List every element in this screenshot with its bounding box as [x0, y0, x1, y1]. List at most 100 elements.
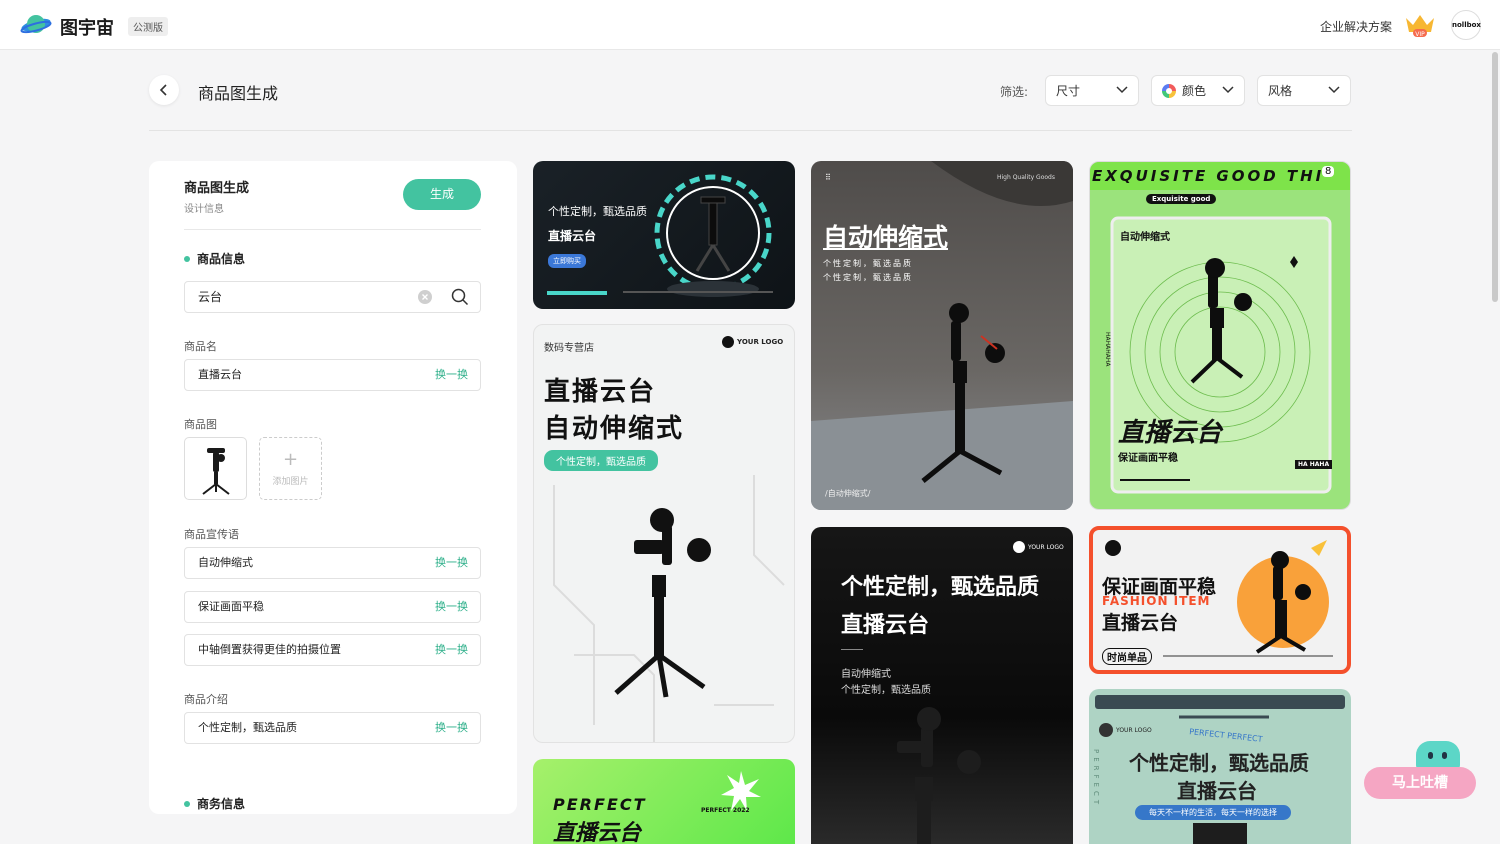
product-name-field[interactable]: 直播云台 换一换: [184, 359, 481, 391]
card-3-title: PERFECT: [553, 795, 647, 814]
template-card-5[interactable]: YOUR LOGO 个性定制，甄选品质 直播云台 自动伸缩式 个性定制，甄选品质: [811, 527, 1073, 844]
card-5-title1: 个性定制，甄选品质: [841, 575, 1040, 600]
slogan-value: 中轴倒置获得更佳的拍摄位置: [198, 643, 341, 656]
card-4-line1: 个性定制，甄选品质: [823, 259, 913, 268]
card-8-title2: 直播云台: [1177, 779, 1257, 803]
slogan-value: 自动伸缩式: [198, 556, 253, 569]
card-6-title: 直播云台: [1118, 418, 1223, 448]
template-card-8[interactable]: YOUR LOGO PERFECT PERFECT 个性定制，甄选品质 直播云台…: [1089, 689, 1351, 844]
bullet-dot: [184, 800, 190, 807]
panel-subtitle: 设计信息: [184, 204, 224, 215]
card-1-buy-button: 立即购买: [548, 254, 586, 268]
card-4-art: [811, 161, 1073, 510]
intro-field[interactable]: 个性定制，甄选品质 换一换: [184, 712, 481, 744]
feedback-button[interactable]: 马上吐槽: [1364, 767, 1476, 799]
color-filter-label: 颜色: [1182, 84, 1207, 98]
card-6-side: HAHAHAHA: [1104, 332, 1111, 367]
card-5-line2: 个性定制，甄选品质: [841, 685, 931, 696]
card-6-box-label: 自动伸缩式: [1120, 232, 1170, 243]
bullet-dot: [184, 255, 190, 262]
starburst-icon: [721, 771, 761, 811]
card-6-caption: 保证画面平稳: [1118, 453, 1178, 464]
swap-button[interactable]: 换一换: [435, 592, 468, 622]
filter-label: 筛选:: [1000, 85, 1029, 99]
card-5-logo-text: YOUR LOGO: [1028, 543, 1064, 551]
generate-button[interactable]: 生成: [403, 179, 481, 210]
chevron-down-icon: [1328, 86, 1340, 94]
card-4-top: High Quality Goods: [997, 174, 1055, 181]
template-card-7[interactable]: 保证画面平稳 FASHION ITEM 直播云台 时尚单品: [1089, 526, 1351, 674]
template-card-1[interactable]: 个性定制，甄选品质 直播云台 立即购买: [533, 161, 795, 309]
avatar[interactable]: nollbox: [1451, 10, 1481, 40]
card-3-sub: 直播云台: [553, 821, 642, 844]
swap-button[interactable]: 换一换: [435, 635, 468, 665]
card-2-shop: 数码专营店: [544, 343, 594, 354]
intro-value: 个性定制，甄选品质: [198, 721, 297, 734]
card-3-tag: PERFECT 2022: [701, 807, 750, 814]
page-title: 商品图生成: [198, 84, 279, 103]
chevron-left-icon: [159, 84, 167, 96]
grid-dots-icon: ⠿: [825, 173, 831, 182]
color-wheel-icon: [1162, 83, 1176, 98]
panel-title: 商品图生成: [184, 181, 250, 196]
card-1-line2: 直播云台: [548, 229, 597, 243]
card-8-logo: YOUR LOGO: [1099, 723, 1152, 737]
slogan-field-1[interactable]: 自动伸缩式 换一换: [184, 547, 481, 579]
card-5-line1: 自动伸缩式: [841, 669, 891, 680]
card-7-tag: 时尚单品: [1102, 648, 1152, 665]
card-2-logo-text: YOUR LOGO: [737, 338, 784, 346]
card-2-pill: 个性定制，甄选品质: [544, 450, 658, 471]
vip-crown-icon[interactable]: VIP: [1404, 12, 1436, 38]
svg-text:VIP: VIP: [1415, 31, 1425, 38]
slogan-field-2[interactable]: 保证画面平稳 换一换: [184, 591, 481, 623]
swap-button[interactable]: 换一换: [435, 360, 468, 390]
slogan-value: 保证画面平稳: [198, 600, 264, 613]
size-filter-dropdown[interactable]: 尺寸: [1045, 75, 1139, 106]
chevron-down-icon: [1116, 86, 1128, 94]
template-card-4[interactable]: ⠿ High Quality Goods 自动伸缩式 个性定制，甄选品质 个性定…: [811, 161, 1073, 510]
chevron-down-icon: [1222, 86, 1234, 94]
back-button[interactable]: [149, 75, 179, 105]
card-8-side: PERFECT: [1092, 749, 1100, 809]
style-filter-dropdown[interactable]: 风格: [1257, 75, 1351, 106]
card-8-logo-text: YOUR LOGO: [1116, 726, 1152, 734]
product-image-thumbnail[interactable]: [184, 437, 247, 500]
panel-divider: [184, 229, 481, 230]
card-4-title: 自动伸缩式: [823, 223, 949, 252]
planet-logo-icon[interactable]: [20, 12, 52, 38]
brand-name[interactable]: 图宇宙: [60, 14, 114, 40]
plus-icon: +: [282, 449, 299, 470]
slogan-field-3[interactable]: 中轴倒置获得更佳的拍摄位置 换一换: [184, 634, 481, 666]
search-value: 云台: [198, 290, 223, 304]
gimbal-image: [202, 448, 230, 495]
card-8-title1: 个性定制，甄选品质: [1129, 751, 1309, 775]
enterprise-link[interactable]: 企业解决方案: [1320, 18, 1392, 35]
card-7-title2: 直播云台: [1102, 612, 1179, 634]
product-image-label: 商品图: [184, 418, 217, 431]
top-bar: 图宇宙 公测版 企业解决方案 VIP nollbox: [0, 0, 1500, 50]
add-image-label: 添加图片: [272, 477, 309, 487]
card-2-title1: 直播云台: [544, 377, 657, 407]
beta-badge: 公测版: [128, 17, 168, 36]
card-2-title2: 自动伸缩式: [544, 414, 685, 444]
clear-icon[interactable]: [418, 290, 432, 304]
card-4-line2: 个性定制，甄选品质: [823, 273, 913, 282]
color-filter-dropdown[interactable]: 颜色: [1151, 75, 1245, 106]
template-card-3[interactable]: PERFECT PERFECT 2022 直播云台: [533, 759, 795, 844]
card-7-fashion: FASHION ITEM: [1102, 594, 1211, 608]
template-card-6[interactable]: EXQUISITE GOOD THI 8 Exquisite good 自动伸缩…: [1089, 161, 1351, 510]
scrollbar[interactable]: [1492, 52, 1498, 302]
template-card-2[interactable]: 数码专营店 YOUR LOGO 直播云台 自动伸缩式 个性定制，甄选品质: [533, 324, 795, 743]
product-info-heading: 商品信息: [184, 250, 245, 267]
product-search-input[interactable]: 云台: [184, 281, 481, 313]
product-info-label: 商品信息: [197, 252, 246, 266]
search-icon[interactable]: [451, 288, 469, 306]
logo-mark-icon: [1099, 723, 1113, 737]
swap-button[interactable]: 换一换: [435, 548, 468, 578]
card-4-foot: /自动伸缩式/: [825, 489, 871, 498]
add-image-button[interactable]: + 添加图片: [259, 437, 322, 500]
design-info-panel: 商品图生成 设计信息 生成 商品信息 云台 商品名 直播云台 换一换 商品图 + 添…: [149, 161, 517, 814]
swap-button[interactable]: 换一换: [435, 713, 468, 743]
intro-label: 商品介绍: [184, 693, 228, 706]
logo-mark-icon: [1013, 541, 1025, 553]
